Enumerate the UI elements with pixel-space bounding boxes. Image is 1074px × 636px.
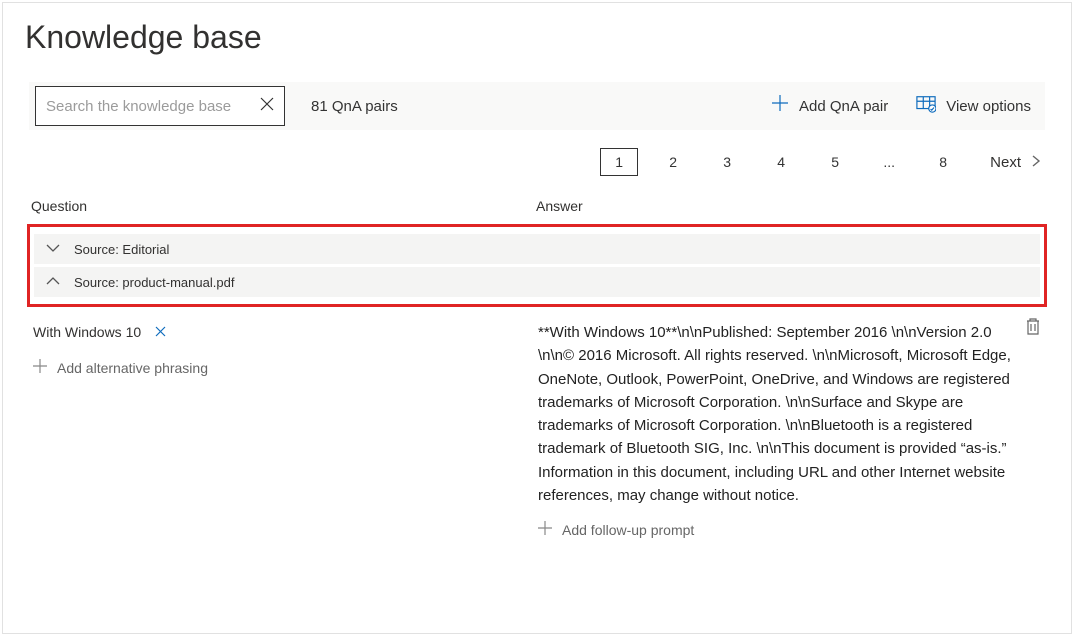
toolbar: 81 QnA pairs Add QnA pair View options (29, 82, 1045, 130)
view-options-button[interactable]: View options (902, 82, 1045, 130)
remove-question-icon[interactable] (155, 325, 166, 340)
page-ellipsis: ... (870, 148, 908, 176)
column-headers: Question Answer (25, 198, 1049, 214)
chevron-down-icon (46, 240, 60, 258)
add-alternative-phrasing[interactable]: Add alternative phrasing (33, 357, 538, 378)
page-2[interactable]: 2 (654, 148, 692, 176)
add-followup-prompt[interactable]: Add follow-up prompt (538, 521, 1041, 538)
qna-row: With Windows 10 Add alternative phrasing… (25, 321, 1049, 538)
col-answer: Answer (536, 198, 583, 214)
followup-label: Add follow-up prompt (562, 522, 694, 538)
add-qna-label: Add QnA pair (799, 98, 888, 115)
answer-text[interactable]: **With Windows 10**\n\nPublished: Septem… (538, 321, 1041, 507)
highlighted-sources: Source: Editorial Source: product-manual… (27, 224, 1047, 307)
col-question: Question (31, 198, 536, 214)
answer-col: **With Windows 10**\n\nPublished: Septem… (538, 321, 1041, 538)
add-qna-pair-button[interactable]: Add QnA pair (757, 82, 902, 130)
qna-count: 81 QnA pairs (311, 98, 398, 115)
delete-icon[interactable] (1025, 317, 1041, 340)
view-options-label: View options (946, 98, 1031, 115)
source-label: Source: Editorial (74, 242, 169, 257)
search-input[interactable] (46, 98, 260, 115)
page-next[interactable]: Next (990, 154, 1041, 171)
pagination: 1 2 3 4 5 ... 8 Next (25, 148, 1041, 176)
page-4[interactable]: 4 (762, 148, 800, 176)
source-row-product-manual[interactable]: Source: product-manual.pdf (34, 267, 1040, 297)
plus-icon (33, 357, 47, 378)
view-options-icon (916, 95, 936, 117)
question-text: With Windows 10 (33, 324, 141, 340)
clear-search-icon[interactable] (260, 97, 274, 116)
chevron-up-icon (46, 273, 60, 291)
plus-icon (538, 521, 552, 538)
search-box[interactable] (35, 86, 285, 126)
plus-icon (771, 94, 789, 118)
page-8[interactable]: 8 (924, 148, 962, 176)
add-alt-label: Add alternative phrasing (57, 360, 208, 376)
page-title: Knowledge base (25, 19, 1049, 56)
next-label: Next (990, 154, 1021, 171)
source-row-editorial[interactable]: Source: Editorial (34, 234, 1040, 264)
app-frame: Knowledge base 81 QnA pairs Add QnA pair… (2, 2, 1072, 634)
question-col: With Windows 10 Add alternative phrasing (33, 321, 538, 538)
page-1[interactable]: 1 (600, 148, 638, 176)
source-label: Source: product-manual.pdf (74, 275, 234, 290)
question-chip[interactable]: With Windows 10 (33, 321, 166, 343)
page-3[interactable]: 3 (708, 148, 746, 176)
chevron-right-icon (1031, 154, 1041, 170)
page-5[interactable]: 5 (816, 148, 854, 176)
